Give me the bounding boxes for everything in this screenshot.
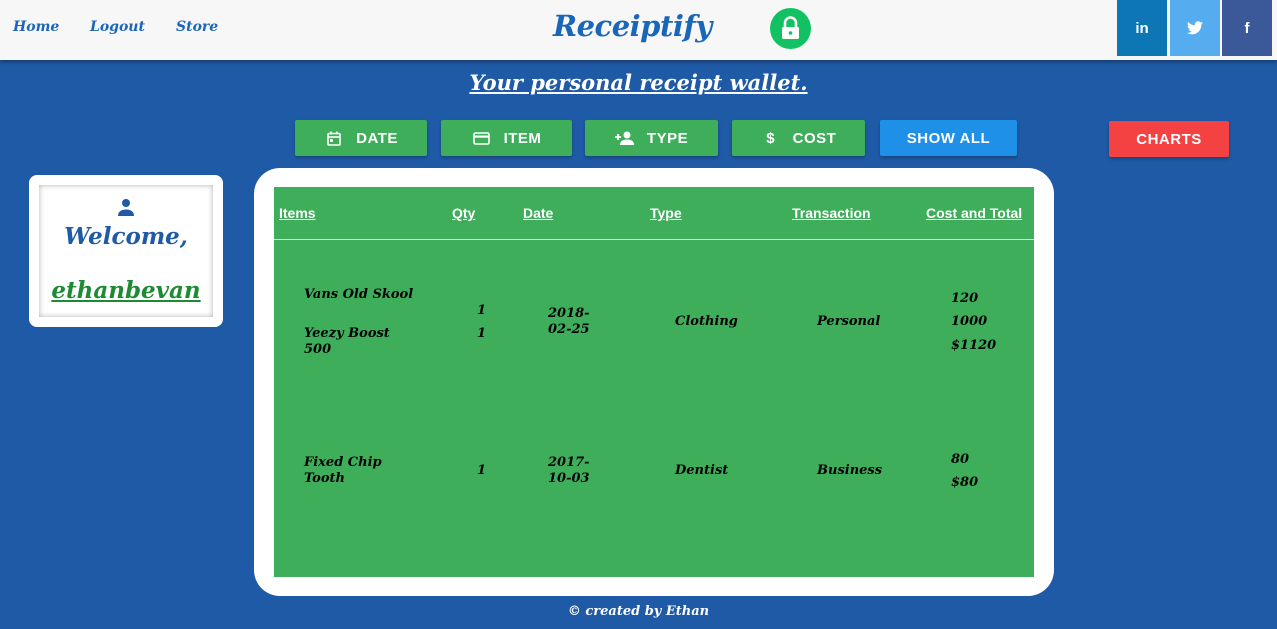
show-all-button[interactable]: SHOW ALL: [880, 120, 1017, 156]
brand-title: Receiptify: [553, 9, 712, 43]
filter-cost-button[interactable]: $ COST: [732, 120, 865, 156]
footer-credit: © created by Ethan: [567, 604, 710, 619]
header-date[interactable]: Date: [523, 205, 553, 221]
tagline: Your personal receipt wallet.: [469, 70, 808, 95]
filter-item-label: ITEM: [503, 129, 542, 147]
welcome-panel: Welcome, ethanbevan: [39, 185, 213, 317]
item-name: Yeezy Boost 500: [304, 326, 390, 357]
filter-date-label: DATE: [356, 129, 398, 147]
credit-card-icon: [472, 128, 492, 148]
item-name: Fixed Chip Tooth: [304, 455, 382, 486]
receipt-total: $80: [951, 475, 979, 490]
item-qty: 1: [477, 463, 487, 478]
person-icon: [117, 198, 135, 221]
receipt-type: Clothing: [675, 314, 738, 329]
receipt-total: $1120: [951, 338, 997, 353]
nav-home-link[interactable]: Home: [13, 19, 59, 35]
welcome-greeting: Welcome,: [64, 223, 188, 250]
header-items[interactable]: Items: [279, 205, 316, 221]
filter-cost-label: COST: [792, 129, 837, 147]
twitter-button[interactable]: [1170, 0, 1220, 56]
nav-logout-link[interactable]: Logout: [90, 19, 145, 35]
item-cost: 120: [951, 291, 979, 306]
lock-icon: [770, 8, 811, 49]
linkedin-icon: in: [1135, 19, 1149, 37]
charts-label: CHARTS: [1136, 130, 1202, 148]
receipts-card: Items Qty Date Type Transaction Cost and…: [254, 168, 1054, 596]
item-cost: 1000: [951, 314, 988, 329]
filter-type-button[interactable]: TYPE: [585, 120, 718, 156]
header-divider: [274, 239, 1034, 240]
filter-item-button[interactable]: ITEM: [441, 120, 572, 156]
welcome-card: Welcome, ethanbevan: [29, 175, 223, 327]
receipt-date: 2017-10-03: [548, 455, 590, 486]
receipt-transaction: Business: [817, 463, 883, 478]
receipt-type: Dentist: [675, 463, 729, 478]
header-type[interactable]: Type: [650, 205, 682, 221]
item-name: Vans Old Skool: [304, 287, 414, 302]
nav-store-link[interactable]: Store: [176, 19, 218, 35]
receipt-date: 2018-02-25: [548, 306, 590, 337]
facebook-button[interactable]: f: [1222, 0, 1272, 56]
filter-type-label: TYPE: [646, 129, 689, 147]
calendar-icon: [324, 128, 344, 148]
item-cost: 80: [951, 452, 970, 467]
item-qty: 1: [477, 326, 487, 341]
twitter-icon: [1187, 21, 1203, 35]
filter-date-button[interactable]: DATE: [295, 120, 427, 156]
header-qty[interactable]: Qty: [452, 205, 475, 221]
linkedin-button[interactable]: in: [1117, 0, 1167, 56]
show-all-label: SHOW ALL: [906, 129, 991, 147]
receipt-transaction: Personal: [817, 314, 881, 329]
receipts-table: Items Qty Date Type Transaction Cost and…: [274, 187, 1034, 577]
header-transaction[interactable]: Transaction: [792, 205, 871, 221]
charts-button[interactable]: CHARTS: [1109, 121, 1229, 157]
welcome-username[interactable]: ethanbevan: [39, 277, 213, 304]
top-navbar: Home Logout Store Receiptify in f: [0, 0, 1277, 60]
facebook-icon: f: [1244, 19, 1250, 37]
header-cost-total[interactable]: Cost and Total: [926, 205, 1022, 221]
item-qty: 1: [477, 303, 487, 318]
dollar-icon: $: [766, 129, 776, 147]
add-person-icon: [614, 128, 635, 148]
